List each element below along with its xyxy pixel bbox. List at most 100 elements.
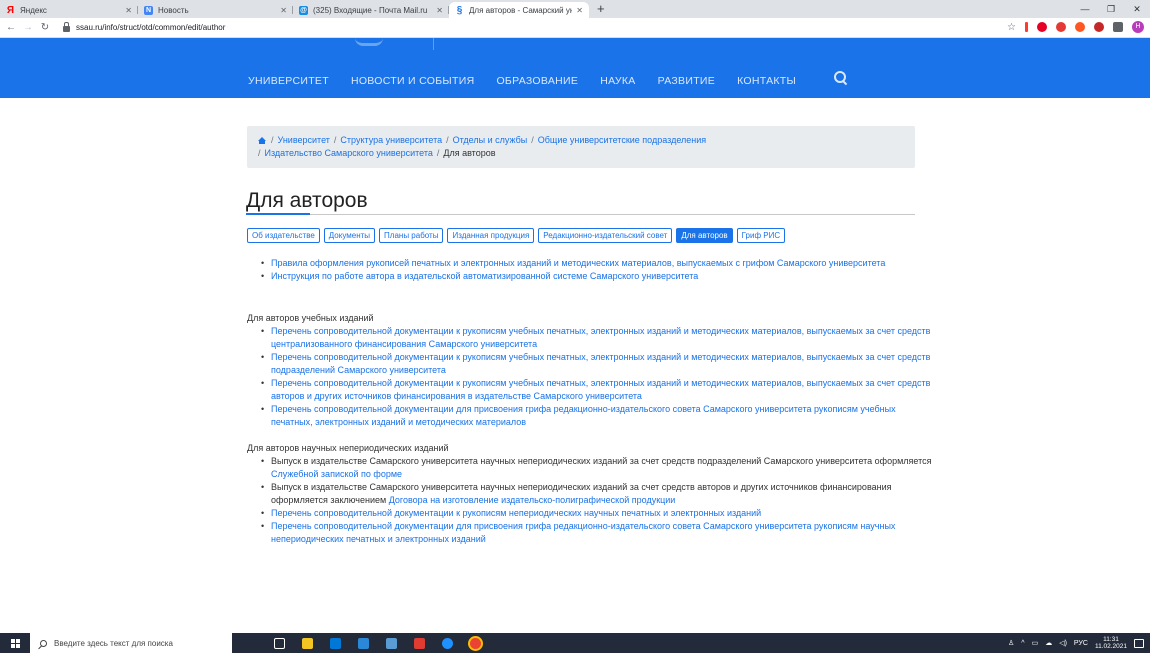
url-field[interactable]: ssau.ru/info/struct/otd/common/edit/auth… <box>59 19 999 36</box>
store-icon[interactable] <box>358 637 369 649</box>
tab-about[interactable]: Об издательстве <box>247 228 320 243</box>
page-title: Для авторов <box>246 189 368 212</box>
system-tray: ♙ ^ ▭ ☁ ◁) РУС 11:31 11.02.2021 <box>1008 633 1150 653</box>
ie-icon[interactable] <box>442 637 453 649</box>
file-explorer-icon[interactable] <box>302 637 313 649</box>
ssau-icon: § <box>456 4 463 16</box>
menu-item-university[interactable]: УНИВЕРСИТЕТ <box>248 75 329 87</box>
breadcrumb-link[interactable]: Издательство Самарского университета <box>265 148 433 158</box>
onedrive-icon[interactable]: ☁ <box>1045 639 1052 647</box>
close-icon[interactable]: ✕ <box>125 6 132 15</box>
breadcrumb-link[interactable]: Отделы и службы <box>453 135 528 145</box>
url-text: ssau.ru/info/struct/otd/common/edit/auth… <box>76 23 226 32</box>
taskbar-search-placeholder: Введите здесь текст для поиска <box>54 638 173 648</box>
menu-item-education[interactable]: ОБРАЗОВАНИЕ <box>496 75 578 87</box>
breadcrumb-link[interactable]: Университет <box>278 135 330 145</box>
browser-tab-yandex[interactable]: Я Яндекс ✕ <box>0 2 138 18</box>
menu-item-development[interactable]: РАЗВИТИЕ <box>658 75 715 87</box>
list-item-link[interactable]: Правила оформления рукописей печатных и … <box>247 257 937 270</box>
language-indicator[interactable]: РУС <box>1074 640 1088 647</box>
menu-item-contacts[interactable]: КОНТАКТЫ <box>737 75 796 87</box>
browser-tab-mail[interactable]: @ (325) Входящие - Почта Mail.ru ✕ <box>293 2 449 18</box>
edge-icon[interactable] <box>330 637 341 649</box>
pdf-reader-icon[interactable] <box>414 637 425 649</box>
network-icon[interactable]: ▭ <box>1032 639 1039 647</box>
lock-icon <box>63 21 70 32</box>
search-icon[interactable] <box>834 71 848 85</box>
section-heading: Для авторов научных непериодических изда… <box>247 443 449 453</box>
close-icon[interactable]: ✕ <box>436 6 443 15</box>
memo-form-link[interactable]: Служебной запиской по форме <box>271 469 402 479</box>
search-icon <box>40 639 47 647</box>
taskbar-search-input[interactable]: Введите здесь текст для поиска <box>30 633 232 653</box>
chrome-icon[interactable] <box>470 637 481 649</box>
close-icon[interactable]: ✕ <box>280 6 287 15</box>
windows-taskbar: Введите здесь текст для поиска ♙ ^ ▭ ☁ ◁… <box>0 633 1150 653</box>
close-icon[interactable]: ✕ <box>576 6 583 15</box>
site-header: УНИВЕРСИТЕТ НОВОСТИ И СОБЫТИЯ ОБРАЗОВАНИ… <box>0 38 1150 98</box>
tab-products[interactable]: Изданная продукция <box>447 228 535 243</box>
back-icon[interactable]: ← <box>5 22 17 33</box>
study-publications-list: Перечень сопроводительной документации к… <box>247 325 937 429</box>
notification-icon[interactable] <box>1134 638 1144 648</box>
puzzle-icon[interactable] <box>1113 22 1123 32</box>
bookmark-star-icon[interactable]: ☆ <box>1007 22 1016 33</box>
menu-item-news[interactable]: НОВОСТИ И СОБЫТИЯ <box>351 75 475 87</box>
list-item-link[interactable]: Инструкция по работе автора в издательск… <box>247 270 937 283</box>
tab-plans[interactable]: Планы работы <box>379 228 444 243</box>
extension-icon[interactable] <box>1075 22 1085 32</box>
close-window-icon[interactable]: ✕ <box>1124 4 1150 15</box>
browser-tab-strip: Я Яндекс ✕ N Новость ✕ @ (325) Входящие … <box>0 0 1150 18</box>
contract-link[interactable]: Договора на изготовление издательско-пол… <box>389 495 676 505</box>
list-item-text: Выпуск в издательстве Самарского универс… <box>271 456 932 466</box>
browser-tab-title: (325) Входящие - Почта Mail.ru <box>313 5 428 15</box>
list-item-link[interactable]: Перечень сопроводительной документации д… <box>247 520 937 546</box>
extension-icon[interactable] <box>1056 22 1066 32</box>
tab-stamp[interactable]: Гриф РИС <box>736 228 786 243</box>
top-links-list: Правила оформления рукописей печатных и … <box>247 257 937 283</box>
list-item-link[interactable]: Перечень сопроводительной документации к… <box>247 351 937 377</box>
title-accent <box>246 213 310 215</box>
new-tab-button[interactable]: + <box>597 2 605 18</box>
extension-icon[interactable] <box>1025 22 1028 32</box>
reload-icon[interactable]: ↻ <box>39 22 51 33</box>
breadcrumb-link[interactable]: Общие университетские подразделения <box>538 135 706 145</box>
tab-council[interactable]: Редакционно-издательский совет <box>538 228 673 243</box>
list-item-link[interactable]: Перечень сопроводительной документации к… <box>247 377 937 403</box>
extension-icon[interactable] <box>1094 22 1104 32</box>
list-item-link[interactable]: Перечень сопроводительной документации к… <box>247 325 937 351</box>
restore-icon[interactable]: ❐ <box>1098 4 1124 15</box>
volume-icon[interactable]: ◁) <box>1059 639 1067 647</box>
tab-for-authors[interactable]: Для авторов <box>676 228 733 243</box>
scientific-publications-list: Выпуск в издательстве Самарского универс… <box>247 455 937 546</box>
task-view-icon[interactable] <box>274 637 285 649</box>
main-content: Правила оформления рукописей печатных и … <box>247 257 937 546</box>
clock[interactable]: 11:31 11.02.2021 <box>1095 636 1127 650</box>
yandex-icon: Я <box>6 4 15 16</box>
taskbar-apps <box>274 637 481 649</box>
menu-item-science[interactable]: НАУКА <box>600 75 635 87</box>
browser-tab-news[interactable]: N Новость ✕ <box>138 2 293 18</box>
address-bar: ← → ↻ ssau.ru/info/struct/otd/common/edi… <box>0 18 1150 38</box>
windows-start-icon[interactable] <box>0 633 30 653</box>
minimize-icon[interactable]: — <box>1072 4 1098 14</box>
pinterest-icon[interactable] <box>1037 22 1047 32</box>
clock-date: 11.02.2021 <box>1094 643 1127 650</box>
word-icon[interactable] <box>386 637 397 649</box>
divider <box>433 38 434 50</box>
browser-tab-title: Новость <box>158 5 189 15</box>
browser-tab-ssau[interactable]: § Для авторов - Самарский униве ✕ <box>449 2 589 18</box>
list-item-link[interactable]: Перечень сопроводительной документации д… <box>247 403 937 429</box>
section-tabs: Об издательстве Документы Планы работы И… <box>247 228 786 243</box>
forward-icon[interactable]: → <box>22 22 34 33</box>
list-item-link[interactable]: Перечень сопроводительной документации к… <box>247 507 937 520</box>
logo-fragment <box>355 38 383 46</box>
profile-avatar[interactable]: Н <box>1132 21 1144 33</box>
list-item: Выпуск в издательстве Самарского универс… <box>247 481 937 507</box>
mail-icon: @ <box>299 5 308 15</box>
tab-documents[interactable]: Документы <box>323 228 376 243</box>
chevron-up-icon[interactable]: ^ <box>1021 640 1024 647</box>
breadcrumb-link[interactable]: Структура университета <box>340 135 442 145</box>
people-icon[interactable]: ♙ <box>1008 639 1014 647</box>
home-icon[interactable] <box>258 137 266 144</box>
